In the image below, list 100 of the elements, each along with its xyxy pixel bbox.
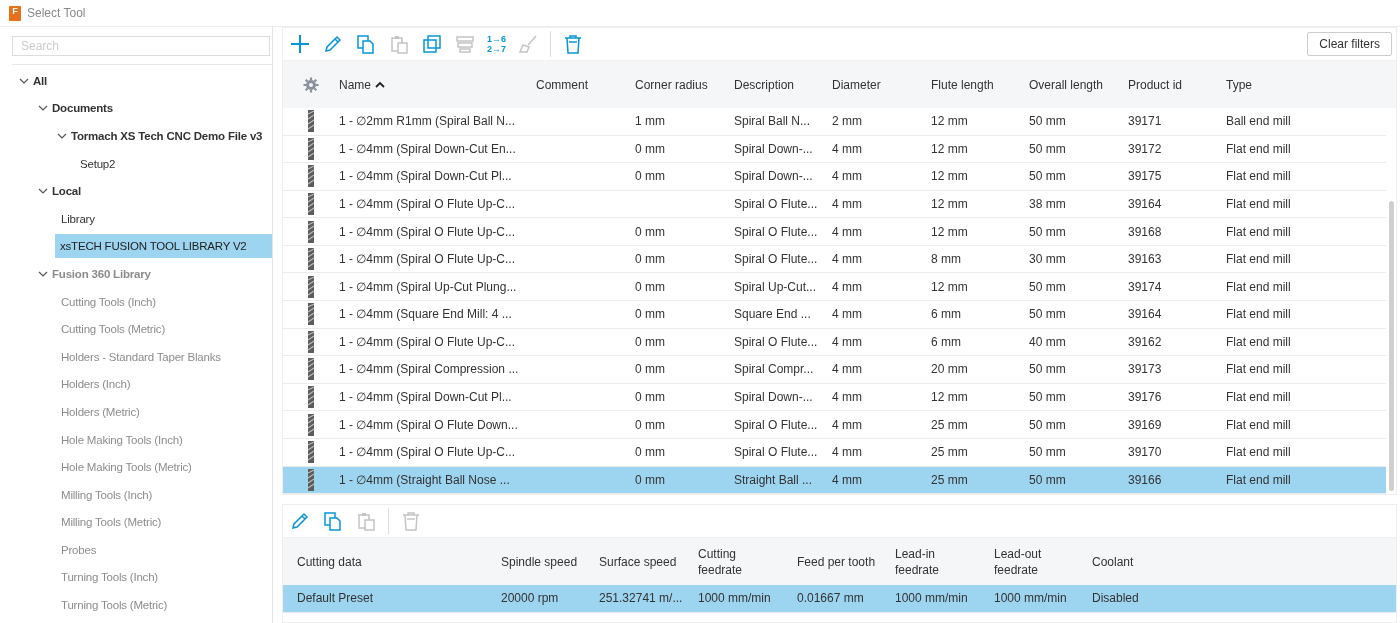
table-cell: Spiral O Flute... — [734, 445, 818, 460]
table-cell: 0.01667 mm — [797, 591, 864, 606]
table-cell: 4 mm — [832, 307, 862, 322]
table-cell: 4 mm — [832, 472, 862, 487]
overlapping-squares-icon[interactable] — [421, 33, 443, 55]
table-cell: 39164 — [1128, 307, 1162, 322]
table-cell: 12 mm — [931, 197, 968, 211]
table-row[interactable]: 1 - ∅4mm (Spiral O Flute Up-C... 0 mm Spiral O Flute... 4 mm 8 mm 30 mm 39163 Flat end mill — [283, 245, 1386, 274]
column-header[interactable]: Spindle speed — [501, 553, 578, 570]
table-cell: 1 - ∅4mm (Spiral Down-Cut Pl... — [339, 390, 512, 405]
table-row[interactable]: 1 - ∅4mm (Spiral Compression ... 0 mm Spiral Compr... 4 mm 20 mm 50 mm 39173 Flat end mill — [283, 356, 1386, 384]
table-cell: Spiral O Flute... — [734, 334, 818, 349]
table-row[interactable]: 1 - ∅4mm (Spiral O Flute Up-C... 0 mm Spiral O Flute... 4 mm 12 mm 50 mm 39168 Flat end mill — [283, 218, 1386, 246]
table-cell: 4 mm — [832, 169, 862, 184]
column-header[interactable]: Diameter — [832, 77, 881, 92]
table-cell: 39174 — [1128, 279, 1162, 294]
end-mill-icon — [306, 193, 316, 215]
table-row[interactable]: Default Preset 20000 rpm 251.32741 m/... 1000 mm/min 0.01667 mm 1000 mm/min 1000 mm/min Disabled — [283, 585, 1396, 613]
table-row[interactable]: 1 - ∅4mm (Spiral Down-Cut Pl... 0 mm Spiral Down-... 4 mm 12 mm 50 mm 39175 Flat end mill — [283, 163, 1386, 191]
trash-icon[interactable] — [562, 33, 584, 55]
table-cell: 4 mm — [832, 362, 862, 377]
end-mill-icon — [306, 110, 316, 133]
sort-up-icon[interactable] — [375, 80, 385, 89]
table-cell: 50 mm — [1029, 224, 1066, 239]
column-header[interactable]: Cutting data — [297, 553, 362, 570]
table-cell: 1 - ∅4mm (Spiral Down-Cut Pl... — [339, 169, 512, 184]
table-cell: 39166 — [1128, 472, 1162, 487]
settings-icon[interactable] — [303, 76, 319, 93]
column-header[interactable]: Name — [339, 77, 371, 92]
tree-item[interactable]: Library — [56, 206, 272, 231]
copy-icon[interactable] — [355, 33, 377, 55]
table-cell: 39175 — [1128, 169, 1162, 184]
table-cell: 12 mm — [931, 169, 968, 184]
table-cell: Spiral Down-... — [734, 390, 813, 405]
table-row[interactable]: 1 - ∅2mm R1mm (Spiral Ball N... 1 mm Spiral Ball N... 2 mm 12 mm 50 mm 39171 Ball end mill — [283, 108, 1386, 136]
column-header[interactable]: Lead-out feedrate — [994, 545, 1074, 578]
table-row[interactable]: 1 - ∅4mm (Spiral O Flute Up-C... 0 mm Spiral O Flute... 4 mm 25 mm 50 mm 39170 Flat end mill — [283, 438, 1386, 467]
table-row[interactable]: 1 - ∅4mm (Spiral O Flute Up-C... Spiral O Flute... 4 mm 12 mm 38 mm 39164 Flat end mill — [283, 190, 1386, 219]
plus-icon[interactable] — [289, 33, 311, 55]
table-cell: Flat end mill — [1226, 252, 1291, 267]
table-cell: 50 mm — [1029, 472, 1066, 487]
column-header[interactable]: Corner radius — [635, 77, 708, 92]
app-icon: F — [9, 5, 21, 21]
table-cell: 39176 — [1128, 390, 1162, 405]
table-cell: Flat end mill — [1226, 334, 1291, 349]
pencil-icon[interactable] — [289, 510, 311, 532]
table-cell: 1 mm — [635, 114, 665, 129]
table-cell: Ball end mill — [1226, 114, 1291, 129]
table-cell: 39169 — [1128, 417, 1162, 432]
tree-item[interactable]: Documents — [37, 96, 272, 121]
table-cell: Flat end mill — [1226, 141, 1291, 156]
table-cell: 8 mm — [931, 252, 961, 267]
table-row[interactable]: 1 - ∅4mm (Straight Ball Nose ... 0 mm Straight Ball ... 4 mm 25 mm 50 mm 39166 Flat end mill — [283, 466, 1386, 495]
table-cell: 0 mm — [635, 307, 665, 322]
table-row[interactable]: 1 - ∅4mm (Spiral Down-Cut Pl... 0 mm Spiral Down-... 4 mm 12 mm 50 mm 39176 Flat end mill — [283, 383, 1386, 412]
table-cell: 12 mm — [931, 224, 968, 239]
table-cell: 39172 — [1128, 141, 1162, 156]
tree-item[interactable]: Local — [37, 179, 272, 204]
tree-item[interactable]: All — [18, 68, 272, 93]
column-header[interactable]: Lead-in feedrate — [895, 545, 975, 578]
column-header[interactable]: Description — [734, 77, 795, 92]
copy-icon[interactable] — [322, 510, 344, 532]
scrollbar-thumb[interactable] — [1389, 201, 1394, 491]
pencil-icon[interactable] — [322, 33, 344, 55]
column-header[interactable]: Cutting feedrate — [698, 545, 778, 578]
table-row[interactable]: 1 - ∅4mm (Spiral Up-Cut Plung... 0 mm Spiral Up-Cut... 4 mm 12 mm 50 mm 39174 Flat end mill — [283, 273, 1386, 302]
table-cell: 0 mm — [635, 390, 665, 405]
clear-filters-button[interactable]: Clear filters — [1307, 32, 1392, 56]
table-cell: 0 mm — [635, 279, 665, 294]
table-cell: 1 - ∅4mm (Square End Mill: 4 ... — [339, 307, 512, 322]
table-cell: 0 mm — [635, 141, 665, 156]
tree-item[interactable]: Setup2 — [75, 151, 272, 176]
column-header[interactable]: Coolant — [1092, 553, 1134, 570]
table-row[interactable]: 1 - ∅4mm (Square End Mill: 4 ... 0 mm Square End ... 4 mm 6 mm 50 mm 39164 Flat end mill — [283, 301, 1386, 329]
table-cell: 39164 — [1128, 197, 1162, 211]
column-header[interactable]: Overall length — [1029, 77, 1104, 92]
table-cell: 1 - ∅4mm (Spiral O Flute Up-C... — [339, 445, 516, 460]
table-cell: 4 mm — [832, 445, 862, 460]
column-header[interactable]: Surface speed — [599, 553, 677, 570]
tree-item[interactable]: xsTECH FUSION TOOL LIBRARY V2 — [55, 234, 272, 259]
table-cell: Flat end mill — [1226, 224, 1291, 239]
table-row[interactable]: 1 - ∅4mm (Spiral Down-Cut En... 0 mm Spiral Down-... 4 mm 12 mm 50 mm 39172 Flat end mill — [283, 135, 1386, 164]
table-cell: 1 - ∅4mm (Spiral Up-Cut Plung... — [339, 279, 517, 294]
column-header[interactable]: Product id — [1128, 77, 1183, 92]
column-header[interactable]: Type — [1226, 77, 1252, 92]
table-row[interactable]: 1 - ∅4mm (Spiral O Flute Down... 0 mm Spiral O Flute... 4 mm 25 mm 50 mm 39169 Flat end mill — [283, 411, 1386, 439]
tree-item[interactable]: Tormach XS Tech CNC Demo File v3 — [56, 124, 272, 148]
table-cell: 1 - ∅4mm (Spiral O Flute Up-C... — [339, 197, 516, 211]
table-cell: 4 mm — [832, 279, 862, 294]
column-header[interactable]: Comment — [536, 77, 588, 92]
table-cell: 0 mm — [635, 334, 665, 349]
table-cell: 2 mm — [832, 114, 862, 129]
table-cell: 30 mm — [1029, 252, 1066, 267]
table-cell: 0 mm — [635, 252, 665, 267]
table-cell: 4 mm — [832, 417, 862, 432]
table-cell: Flat end mill — [1226, 279, 1291, 294]
column-header[interactable]: Flute length — [931, 77, 994, 92]
table-cell: Default Preset — [297, 591, 374, 606]
column-header[interactable]: Feed per tooth — [797, 553, 876, 570]
table-row[interactable]: 1 - ∅4mm (Spiral O Flute Up-C... 0 mm Spiral O Flute... 4 mm 6 mm 40 mm 39162 Flat end mill — [283, 328, 1386, 357]
